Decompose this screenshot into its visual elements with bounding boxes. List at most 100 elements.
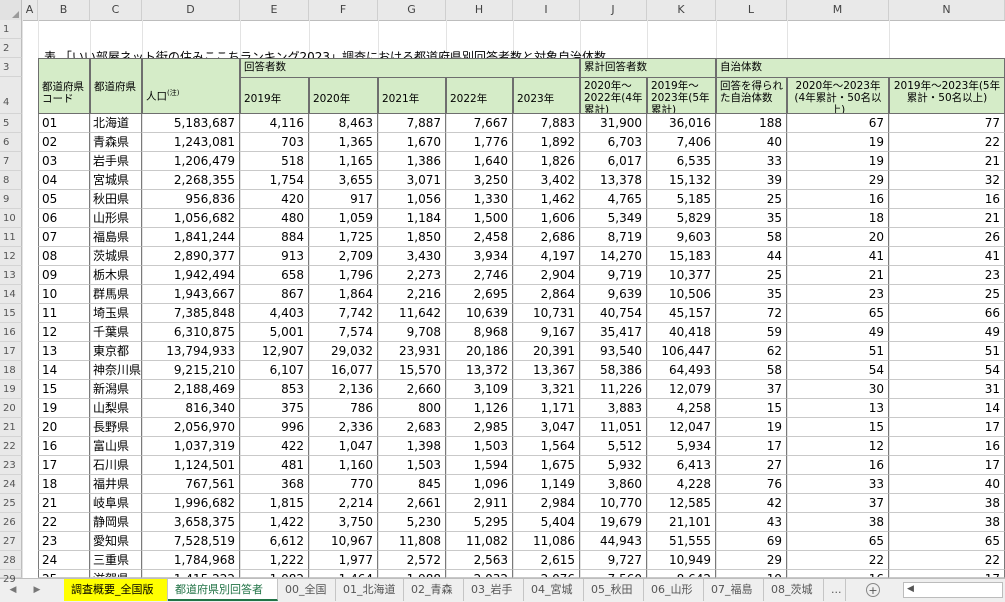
cell-value[interactable]: 3,750	[309, 513, 378, 532]
cell-value[interactable]: 4,258	[647, 399, 716, 418]
cell-value[interactable]: 913	[240, 247, 309, 266]
cell-value[interactable]: 1,564	[513, 437, 580, 456]
cell-pref-name[interactable]: 石川県	[90, 456, 142, 475]
row-header[interactable]: 1	[0, 20, 22, 39]
cell-pref-name[interactable]: 富山県	[90, 437, 142, 456]
row-header[interactable]: 23	[0, 456, 22, 475]
cell-pref-code[interactable]: 25	[38, 570, 90, 578]
cell-value[interactable]: 106,447	[647, 342, 716, 361]
cell-value[interactable]: 21	[787, 266, 889, 285]
header-population[interactable]: 人口(注)	[142, 58, 240, 114]
cell-value[interactable]: 4,228	[647, 475, 716, 494]
cell-value[interactable]: 2,056,970	[142, 418, 240, 437]
cell-value[interactable]: 422	[240, 437, 309, 456]
sheet-tab[interactable]: 07_福島	[704, 579, 764, 601]
header-muni-4yr-50[interactable]: 2020年～2023年(4年累計・50名以上)	[787, 77, 889, 114]
add-sheet-icon[interactable]: +	[866, 583, 880, 597]
cell-value[interactable]: 29	[787, 171, 889, 190]
cell-value[interactable]: 7,574	[309, 323, 378, 342]
cell-value[interactable]: 16	[787, 456, 889, 475]
cell-pref-code[interactable]: 16	[38, 437, 90, 456]
select-all-corner[interactable]	[0, 0, 22, 20]
horizontal-scrollbar[interactable]: ◀	[903, 582, 1003, 598]
cell-value[interactable]: 658	[240, 266, 309, 285]
cell-value[interactable]: 16,077	[309, 361, 378, 380]
cell-pref-name[interactable]: 静岡県	[90, 513, 142, 532]
cell-value[interactable]: 1,606	[513, 209, 580, 228]
cell-value[interactable]: 11,086	[513, 532, 580, 551]
cell-value[interactable]: 11,808	[378, 532, 446, 551]
row-header[interactable]: 15	[0, 304, 22, 323]
cell-value[interactable]: 956,836	[142, 190, 240, 209]
cell-value[interactable]: 3,658,375	[142, 513, 240, 532]
cell-value[interactable]: 1,365	[309, 133, 378, 152]
cell-value[interactable]: 10,731	[513, 304, 580, 323]
cell-value[interactable]: 6,107	[240, 361, 309, 380]
cell-value[interactable]: 8,719	[580, 228, 647, 247]
scroll-left-arrow-icon[interactable]: ◀	[907, 584, 914, 594]
cell-value[interactable]: 51	[889, 342, 1005, 361]
header-group-respondents[interactable]: 回答者数	[240, 58, 580, 77]
cell-pref-code[interactable]: 02	[38, 133, 90, 152]
cell-value[interactable]: 1,503	[446, 437, 513, 456]
cell-value[interactable]: 2,032	[446, 570, 513, 578]
cell-pref-name[interactable]: 滋賀県	[90, 570, 142, 578]
cell-value[interactable]: 38	[889, 494, 1005, 513]
cell-value[interactable]: 15	[787, 418, 889, 437]
cell-pref-name[interactable]: 東京都	[90, 342, 142, 361]
row-header[interactable]: 11	[0, 228, 22, 247]
cell-value[interactable]: 1,977	[309, 551, 378, 570]
header-cum-2020-2022[interactable]: 2020年～2022年(4年累計)	[580, 77, 647, 114]
cell-value[interactable]: 65	[787, 532, 889, 551]
cell-value[interactable]: 69	[716, 532, 787, 551]
cell-value[interactable]: 5,932	[580, 456, 647, 475]
cell-pref-name[interactable]: 青森県	[90, 133, 142, 152]
cell-value[interactable]: 1,165	[309, 152, 378, 171]
cell-value[interactable]: 7,406	[647, 133, 716, 152]
cell-value[interactable]: 10,967	[309, 532, 378, 551]
cell-value[interactable]: 2,268,355	[142, 171, 240, 190]
cell-value[interactable]: 29,032	[309, 342, 378, 361]
cell-value[interactable]: 5,829	[647, 209, 716, 228]
cell-value[interactable]: 76	[716, 475, 787, 494]
cell-value[interactable]: 5,183,687	[142, 114, 240, 133]
cell-value[interactable]: 867	[240, 285, 309, 304]
header-y2019[interactable]: 2019年	[240, 77, 309, 114]
cell-value[interactable]: 25	[889, 285, 1005, 304]
column-header[interactable]: J	[580, 0, 647, 20]
cell-value[interactable]: 40	[716, 133, 787, 152]
cell-value[interactable]: 368	[240, 475, 309, 494]
cell-value[interactable]: 1,184	[378, 209, 446, 228]
cell-value[interactable]: 6,703	[580, 133, 647, 152]
cell-value[interactable]: 32	[889, 171, 1005, 190]
cell-value[interactable]: 35	[716, 209, 787, 228]
sheet-tab[interactable]: 都道府県別回答者	[168, 579, 278, 601]
cell-value[interactable]: 7,887	[378, 114, 446, 133]
sheet-tab[interactable]: 03_岩手	[464, 579, 524, 601]
cell-value[interactable]: 6,017	[580, 152, 647, 171]
cell-value[interactable]: 4,765	[580, 190, 647, 209]
cell-value[interactable]: 13,378	[580, 171, 647, 190]
cell-value[interactable]: 1,037,319	[142, 437, 240, 456]
cell-value[interactable]: 16	[787, 570, 889, 578]
row-header[interactable]: 10	[0, 209, 22, 228]
row-header[interactable]: 26	[0, 513, 22, 532]
cell-value[interactable]: 59	[716, 323, 787, 342]
header-pref-code[interactable]: 都道府県コード	[38, 58, 90, 114]
cell-value[interactable]: 39	[716, 171, 787, 190]
cell-value[interactable]: 11,051	[580, 418, 647, 437]
cell-value[interactable]: 518	[240, 152, 309, 171]
cell-value[interactable]: 25	[716, 266, 787, 285]
cell-pref-code[interactable]: 10	[38, 285, 90, 304]
cell-value[interactable]: 2,188,469	[142, 380, 240, 399]
cell-value[interactable]: 20,391	[513, 342, 580, 361]
column-header[interactable]: M	[787, 0, 889, 20]
cell-value[interactable]: 58	[716, 361, 787, 380]
column-header[interactable]: A	[22, 0, 38, 20]
cell-value[interactable]: 3,883	[580, 399, 647, 418]
cell-pref-name[interactable]: 埼玉県	[90, 304, 142, 323]
cell-value[interactable]: 2,911	[446, 494, 513, 513]
cell-value[interactable]: 18	[787, 209, 889, 228]
cell-value[interactable]: 12,585	[647, 494, 716, 513]
cell-value[interactable]: 11,082	[446, 532, 513, 551]
